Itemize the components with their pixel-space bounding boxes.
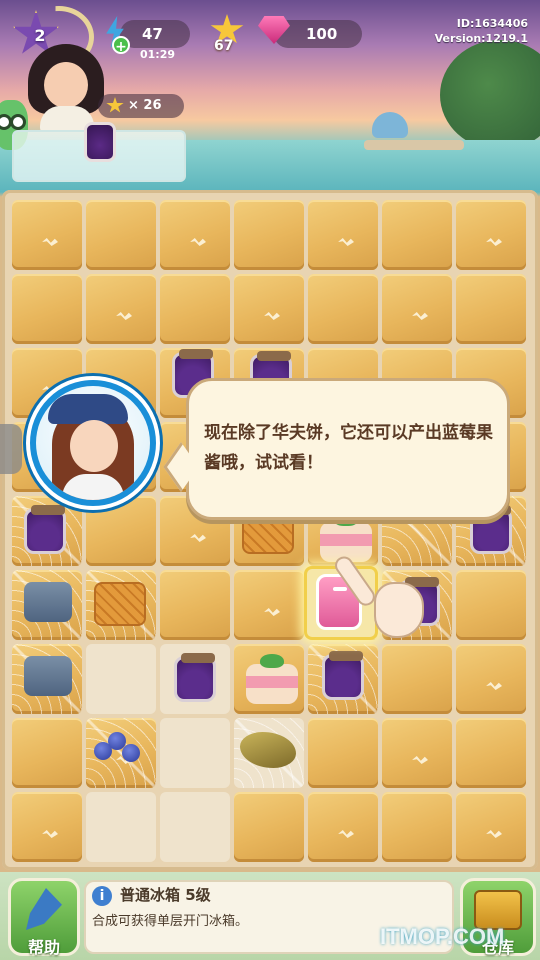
board-cell[interactable]	[308, 792, 378, 862]
board-cell[interactable]	[308, 718, 378, 788]
tile-crack-mark	[116, 312, 132, 320]
blueberry-jam-item[interactable]	[322, 651, 364, 700]
side-tab[interactable]	[0, 424, 22, 474]
board-cell[interactable]	[160, 718, 230, 788]
board-cell[interactable]	[160, 570, 230, 640]
avatar-face	[44, 62, 88, 108]
tutorial-message: 现在除了华夫饼，它还可以产出蓝莓果酱哦，试试看！	[204, 423, 493, 473]
tile-crack-mark	[264, 312, 280, 320]
board-cell[interactable]	[382, 718, 452, 788]
dock-decoration	[364, 140, 464, 150]
energy-timer: 01:29	[140, 48, 176, 61]
tile-crack-mark	[190, 534, 206, 542]
board-cell[interactable]	[234, 792, 304, 862]
order-reward-value: × 26	[128, 98, 162, 113]
blueberry-jam-item[interactable]	[174, 653, 216, 702]
board-cell[interactable]	[86, 644, 156, 714]
bread-item[interactable]	[24, 582, 72, 622]
board-cell[interactable]	[86, 274, 156, 344]
tile-crack-mark	[264, 608, 280, 616]
mint-cake-item[interactable]	[246, 654, 298, 704]
energy-counter[interactable]: 47	[120, 20, 190, 48]
board-cell[interactable]	[456, 274, 526, 344]
board-cell[interactable]	[12, 792, 82, 862]
board-cell[interactable]	[382, 274, 452, 344]
reward-star-icon	[106, 97, 124, 113]
player-avatar[interactable]	[14, 40, 114, 132]
board-cell[interactable]	[308, 274, 378, 344]
board-cell[interactable]	[456, 792, 526, 862]
tile-crack-mark	[338, 830, 354, 838]
item-title: 普通冰箱 5级	[120, 886, 211, 904]
tile-crack-mark	[338, 238, 354, 246]
tutorial-npc-avatar	[26, 372, 160, 518]
tile-crack-mark	[412, 756, 428, 764]
board-cell[interactable]	[12, 718, 82, 788]
blueberry-item[interactable]	[92, 730, 142, 768]
build-info: ID:1634406 Version:1219.1	[435, 16, 528, 46]
board-cell[interactable]	[456, 718, 526, 788]
board-cell[interactable]	[382, 792, 452, 862]
tile-crack-mark	[486, 238, 502, 246]
blueberry-jam-order-icon	[84, 122, 116, 162]
board-cell[interactable]	[160, 274, 230, 344]
item-description: 合成可获得单层开门冰箱。	[92, 914, 249, 929]
board-cell[interactable]	[382, 644, 452, 714]
tile-crack-mark	[42, 238, 58, 246]
bread-item[interactable]	[24, 656, 72, 696]
tile-crack-mark	[190, 238, 206, 246]
help-label: 帮助	[27, 938, 60, 957]
version-label: Version:1219.1	[434, 32, 528, 45]
waffle-item[interactable]	[94, 582, 146, 626]
star-count: 67	[214, 38, 234, 54]
board-cell[interactable]	[456, 570, 526, 640]
board-cell[interactable]	[12, 200, 82, 270]
gem-value: 100	[306, 25, 338, 43]
tile-crack-mark	[42, 830, 58, 838]
tile-crack-mark	[412, 312, 428, 320]
board-cell[interactable]	[456, 644, 526, 714]
board-cell[interactable]	[308, 200, 378, 270]
board-cell[interactable]	[382, 200, 452, 270]
board-cell[interactable]	[456, 200, 526, 270]
tile-crack-mark	[486, 682, 502, 690]
board-cell[interactable]	[234, 274, 304, 344]
add-energy-button[interactable]: +	[112, 36, 130, 55]
board-cell[interactable]	[12, 274, 82, 344]
order-reward-badge: × 26	[98, 94, 184, 118]
board-cell[interactable]	[160, 200, 230, 270]
board-cell[interactable]	[234, 200, 304, 270]
info-icon[interactable]: i	[92, 886, 112, 906]
player-id: ID:1634406	[456, 17, 528, 30]
board-cell[interactable]	[86, 200, 156, 270]
board-cell[interactable]	[86, 792, 156, 862]
energy-value: 47	[142, 25, 163, 43]
watermark: ITMOP.COM	[380, 924, 505, 949]
tile-crack-mark	[486, 830, 502, 838]
board-cell[interactable]	[234, 570, 304, 640]
board-cell[interactable]	[160, 792, 230, 862]
tutorial-hand-pointer-icon	[331, 548, 428, 644]
